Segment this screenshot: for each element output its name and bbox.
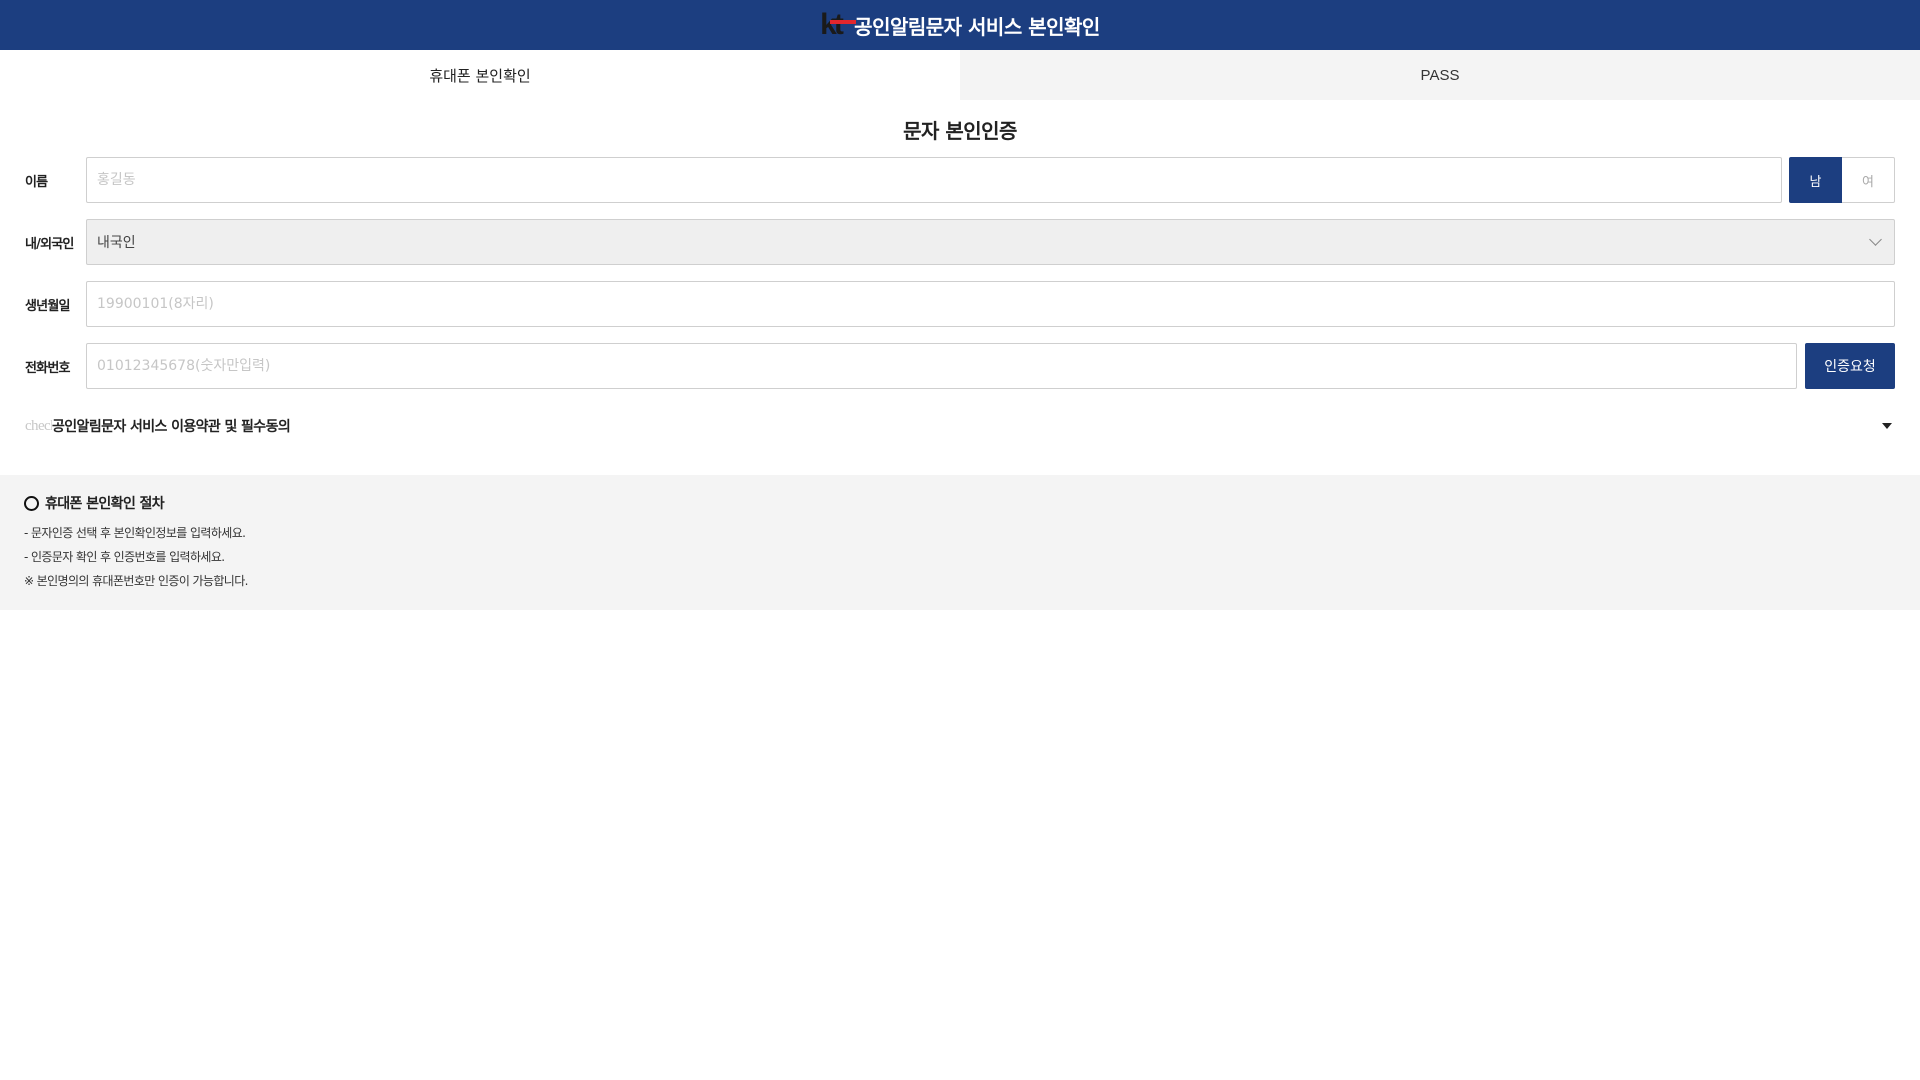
gender-female-button[interactable]: 여: [1842, 157, 1895, 203]
gender-toggle: 남 여: [1789, 157, 1895, 203]
nationality-row: 내/외국인 내국인: [25, 219, 1895, 265]
header-title: 공인알림문자 서비스 본인확인: [854, 14, 1100, 39]
request-verification-button[interactable]: 인증요청: [1805, 343, 1895, 389]
nationality-label: 내/외국인: [25, 236, 74, 252]
kt-logo-text: kt: [820, 8, 844, 41]
kt-logo: kt: [820, 8, 857, 41]
kt-logo-bar: [830, 20, 857, 24]
terms-label: 공인알림문자 서비스 이용약관 및 필수동의: [52, 419, 291, 435]
auth-tabs: 휴대폰 본인확인 PASS: [0, 50, 1920, 100]
phone-label: 전화번호: [25, 360, 70, 376]
terms-checkbox[interactable]: checkbox: [25, 418, 52, 435]
section-title: 문자 본인인증: [903, 119, 1017, 143]
info-line: ※ 본인명의의 휴대폰번호만 인증이 가능합니다.: [24, 574, 248, 588]
caret-down-icon[interactable]: [1882, 423, 1892, 429]
birth-label: 생년월일: [25, 298, 70, 314]
gender-male-button[interactable]: 남: [1789, 157, 1842, 203]
info-title: 휴대폰 본인확인 절차: [24, 493, 1896, 513]
terms-row: checkbox 공인알림문자 서비스 이용약관 및 필수동의: [0, 411, 1920, 441]
birth-input[interactable]: [86, 281, 1895, 327]
nationality-selected-value: 내국인: [97, 235, 136, 251]
top-header: kt 공인알림문자 서비스 본인확인: [0, 0, 1920, 50]
name-label: 이름: [25, 174, 48, 190]
info-title-text: 휴대폰 본인확인 절차: [45, 496, 165, 512]
name-row: 이름 남 여: [25, 157, 1895, 203]
name-input[interactable]: [86, 157, 1782, 203]
info-line: - 문자인증 선택 후 본인확인정보를 입력하세요.: [24, 526, 246, 540]
chevron-down-icon: [1869, 233, 1882, 246]
info-panel: 휴대폰 본인확인 절차 - 문자인증 선택 후 본인확인정보를 입력하세요. -…: [0, 475, 1920, 610]
info-line: - 인증문자 확인 후 인증번호를 입력하세요.: [24, 550, 225, 564]
tab-pass[interactable]: PASS: [960, 50, 1920, 100]
tab-phone-verification[interactable]: 휴대폰 본인확인: [0, 50, 960, 100]
terms-agree[interactable]: checkbox 공인알림문자 서비스 이용약관 및 필수동의: [25, 416, 291, 436]
circle-icon: [24, 495, 39, 511]
verification-form: 이름 남 여 내/외국인 내국인 생년월일 전화번호 인증요청: [0, 157, 1920, 389]
phone-row: 전화번호 인증요청: [25, 343, 1895, 389]
birth-row: 생년월일: [25, 281, 1895, 327]
phone-input[interactable]: [86, 343, 1797, 389]
nationality-select[interactable]: 내국인: [86, 219, 1895, 265]
